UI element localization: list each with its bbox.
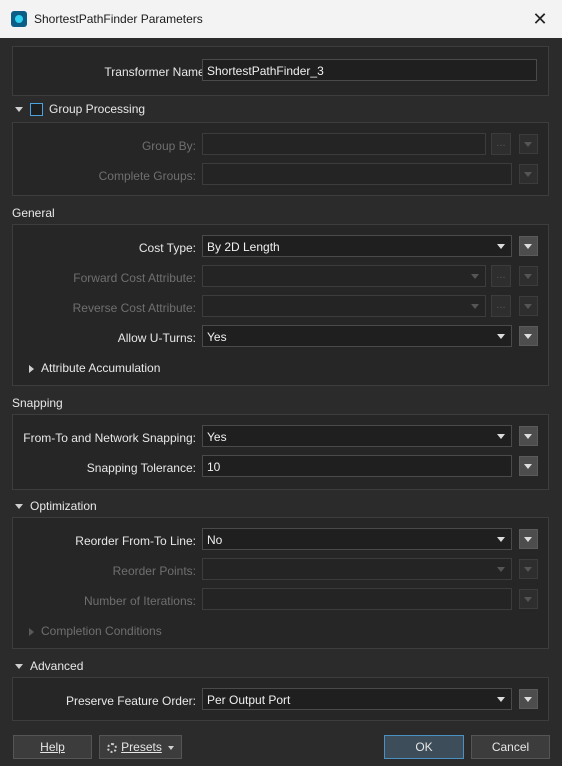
- preserve-order-select[interactable]: Per Output Port: [202, 688, 512, 710]
- group-by-label: Group By:: [141, 139, 196, 153]
- allow-uturns-value: Yes: [207, 330, 227, 344]
- close-icon[interactable]: ✕: [526, 6, 554, 32]
- reverse-cost-menu-button[interactable]: [519, 296, 538, 316]
- attribute-accumulation-toggle[interactable]: Attribute Accumulation: [29, 361, 160, 375]
- complete-groups-menu-button[interactable]: [519, 164, 538, 184]
- iterations-input[interactable]: [202, 588, 512, 610]
- group-processing-header[interactable]: Group Processing: [15, 102, 146, 117]
- transformer-panel: Transformer Name: ShortestPathFinder_3: [12, 46, 549, 96]
- reorder-points-select[interactable]: [202, 558, 512, 580]
- preserve-order-label: Preserve Feature Order:: [65, 694, 196, 708]
- allow-uturns-label: Allow U-Turns:: [117, 331, 196, 345]
- snapping-tolerance-label: Snapping Tolerance:: [86, 461, 196, 475]
- general-panel: Cost Type: By 2D Length Forward Cost Att…: [12, 224, 549, 386]
- iterations-menu-button[interactable]: [519, 589, 538, 609]
- reorder-points-label: Reorder Points:: [112, 564, 196, 578]
- iterations-label: Number of Iterations:: [83, 594, 196, 608]
- chevron-right-icon: [29, 627, 34, 636]
- preserve-order-value: Per Output Port: [207, 693, 291, 707]
- snapping-tolerance-menu-button[interactable]: [519, 456, 538, 476]
- reorder-line-menu-button[interactable]: [519, 529, 538, 549]
- completion-conditions-toggle[interactable]: Completion Conditions: [29, 624, 162, 638]
- general-section-title: General: [12, 206, 55, 220]
- reverse-cost-browse-button[interactable]: ...: [491, 295, 511, 317]
- group-processing-panel: Group By: ... Complete Groups:: [12, 122, 549, 196]
- complete-groups-label: Complete Groups:: [98, 169, 196, 183]
- reorder-line-value: No: [207, 533, 223, 547]
- cancel-button[interactable]: Cancel: [471, 735, 550, 759]
- network-snapping-select[interactable]: Yes: [202, 425, 512, 447]
- chevron-down-icon: [15, 504, 23, 510]
- snapping-section-title: Snapping: [12, 396, 63, 410]
- transformer-name-label: Transformer Name:: [104, 65, 208, 79]
- network-snapping-value: Yes: [207, 430, 227, 444]
- reorder-line-label: Reorder From-To Line:: [75, 534, 196, 548]
- allow-uturns-menu-button[interactable]: [519, 326, 538, 346]
- preserve-order-menu-button[interactable]: [519, 689, 538, 709]
- forward-cost-label: Forward Cost Attribute:: [73, 271, 196, 285]
- cost-type-label: Cost Type:: [138, 241, 196, 255]
- advanced-header[interactable]: Advanced: [15, 659, 83, 673]
- complete-groups-select[interactable]: [202, 163, 512, 185]
- network-snapping-menu-button[interactable]: [519, 426, 538, 446]
- reverse-cost-select[interactable]: [202, 295, 486, 317]
- ok-button[interactable]: OK: [384, 735, 464, 759]
- group-by-browse-button[interactable]: ...: [491, 133, 511, 155]
- forward-cost-select[interactable]: [202, 265, 486, 287]
- chevron-right-icon: [29, 364, 34, 373]
- gear-icon: [107, 743, 118, 753]
- cost-type-select[interactable]: By 2D Length: [202, 235, 512, 257]
- advanced-title: Advanced: [30, 659, 84, 673]
- chevron-down-icon: [15, 664, 23, 670]
- attribute-accumulation-label: Attribute Accumulation: [41, 361, 161, 375]
- group-processing-title: Group Processing: [49, 102, 146, 116]
- group-by-menu-button[interactable]: [519, 134, 538, 154]
- group-by-input[interactable]: [202, 133, 486, 155]
- forward-cost-browse-button[interactable]: ...: [491, 265, 511, 287]
- help-button[interactable]: Help: [13, 735, 92, 759]
- dialog-content: Transformer Name: ShortestPathFinder_3 G…: [0, 38, 562, 766]
- allow-uturns-select[interactable]: Yes: [202, 325, 512, 347]
- presets-label: Presets: [121, 740, 162, 754]
- optimization-header[interactable]: Optimization: [15, 499, 97, 513]
- cost-type-value: By 2D Length: [207, 240, 280, 254]
- transformer-name-input[interactable]: ShortestPathFinder_3: [202, 59, 537, 81]
- window-title: ShortestPathFinder Parameters: [34, 12, 203, 26]
- app-icon: [11, 11, 27, 27]
- chevron-down-icon: [15, 107, 23, 113]
- completion-conditions-label: Completion Conditions: [41, 624, 162, 638]
- reverse-cost-label: Reverse Cost Attribute:: [72, 301, 196, 315]
- snapping-tolerance-input[interactable]: 10: [202, 455, 512, 477]
- optimization-panel: Reorder From-To Line: No Reorder Points:…: [12, 517, 549, 649]
- forward-cost-menu-button[interactable]: [519, 266, 538, 286]
- help-label: Help: [40, 740, 65, 754]
- network-snapping-label: From-To and Network Snapping:: [23, 431, 196, 445]
- cost-type-menu-button[interactable]: [519, 236, 538, 256]
- title-bar: ShortestPathFinder Parameters ✕: [0, 0, 562, 38]
- reorder-points-menu-button[interactable]: [519, 559, 538, 579]
- advanced-panel: Preserve Feature Order: Per Output Port: [12, 677, 549, 721]
- reorder-line-select[interactable]: No: [202, 528, 512, 550]
- snapping-panel: From-To and Network Snapping: Yes Snappi…: [12, 414, 549, 490]
- group-processing-checkbox[interactable]: [30, 103, 43, 117]
- optimization-title: Optimization: [30, 499, 97, 513]
- chevron-down-icon: [167, 745, 174, 750]
- presets-button[interactable]: Presets: [99, 735, 182, 759]
